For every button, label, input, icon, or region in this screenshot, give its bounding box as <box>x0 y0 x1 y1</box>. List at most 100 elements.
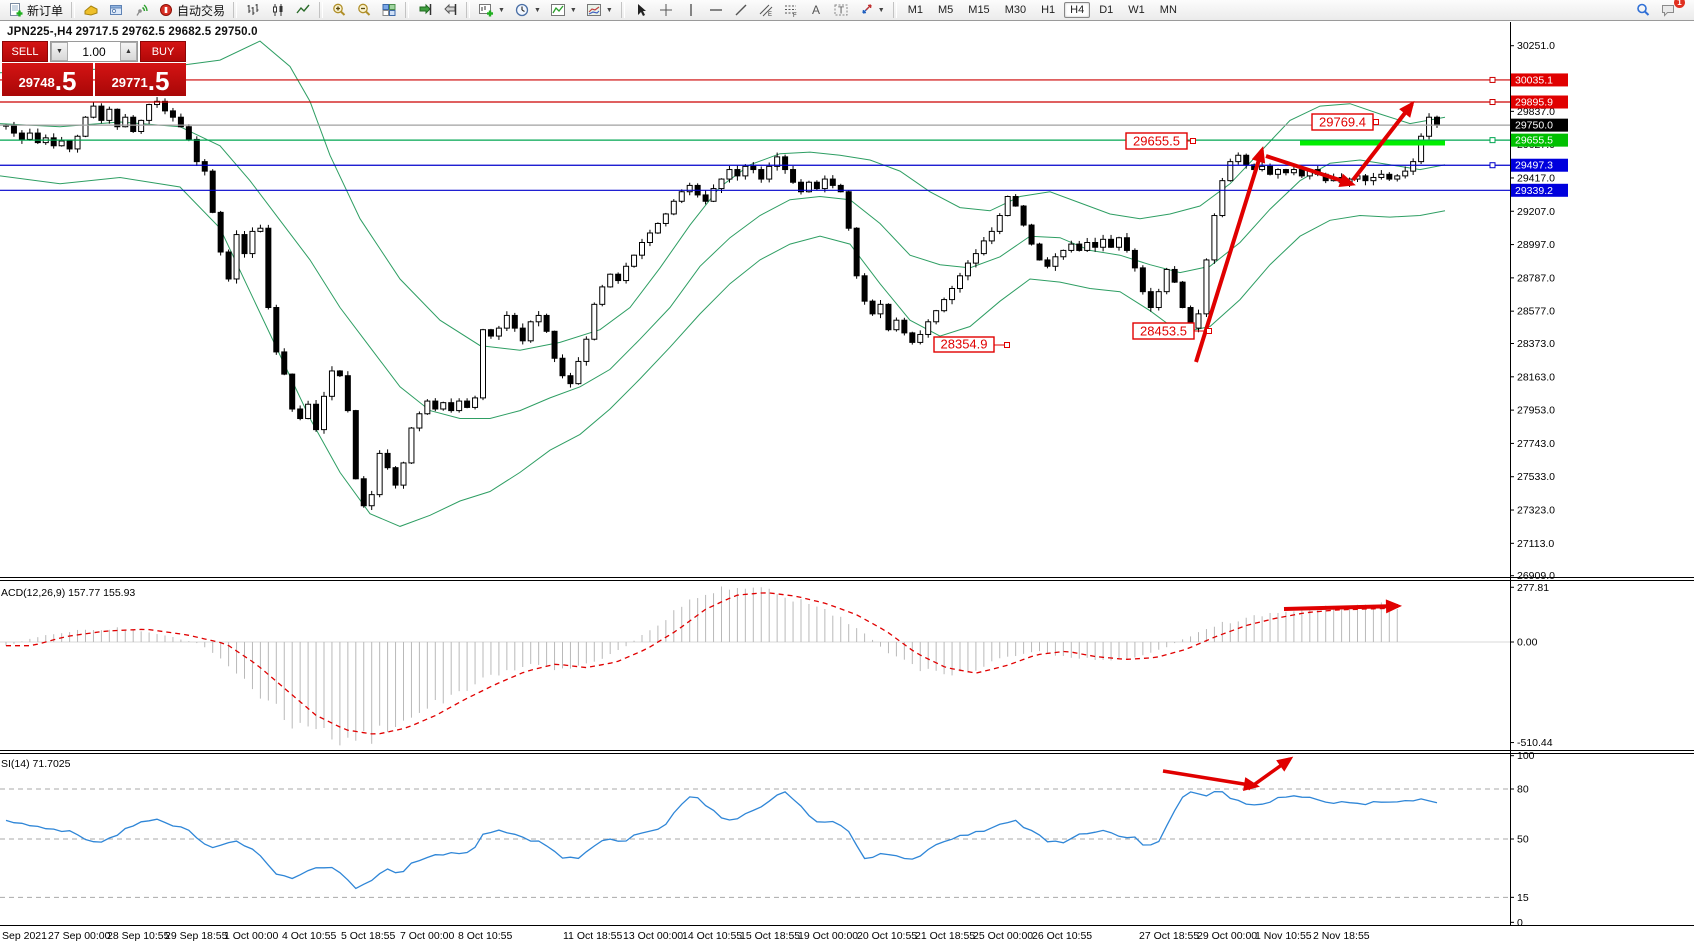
time-axis-label: 29 Sep 18:55 <box>165 930 228 942</box>
candle-body <box>481 330 486 398</box>
buy-price[interactable]: 29771 .5 <box>95 63 186 96</box>
candle-body <box>878 304 883 314</box>
zoom-out-button[interactable] <box>352 0 376 20</box>
candle-body <box>989 231 994 241</box>
timeframe-button-M5[interactable]: M5 <box>932 2 959 18</box>
timeframe-button-H1[interactable]: H1 <box>1035 2 1061 18</box>
macd-axis-label: 0.00 <box>1517 637 1538 649</box>
buy-button[interactable]: BUY <box>140 41 186 62</box>
candle-body <box>1427 117 1432 136</box>
bar-chart-button[interactable] <box>241 0 265 20</box>
auto-scroll-button[interactable] <box>413 0 437 20</box>
candle-body <box>767 166 772 179</box>
notifications-button[interactable]: 1 <box>1656 0 1680 20</box>
price-label-annotation[interactable]: 29655.5 <box>1126 133 1196 149</box>
indicators-button[interactable]: ▼ <box>546 0 581 20</box>
candle-body <box>1403 171 1408 176</box>
candle-body <box>385 453 390 467</box>
time-axis-label: 25 Oct 00:00 <box>973 930 1033 942</box>
trendline-tool-button[interactable] <box>729 0 753 20</box>
new-order-label: 新订单 <box>27 2 63 19</box>
toolbar-separator <box>71 2 75 18</box>
price-badge-label: 29655.5 <box>1515 135 1553 147</box>
candle-body <box>329 371 334 396</box>
time-axis-label: Sep 2021 <box>2 930 47 942</box>
autotrade-icon <box>158 2 174 18</box>
search-button[interactable] <box>1631 0 1655 20</box>
chart-shift-button[interactable] <box>438 0 462 20</box>
timeframe-button-M1[interactable]: M1 <box>902 2 929 18</box>
volume-input[interactable]: 1.00 <box>68 42 120 61</box>
candle-body <box>298 409 303 419</box>
arrows-tool-button[interactable]: ▼ <box>854 0 889 20</box>
candle-body <box>719 179 724 189</box>
new-order-button[interactable]: 新订单 <box>4 0 67 20</box>
toolbar-separator <box>893 2 897 18</box>
text-tool-button[interactable]: A <box>804 0 828 20</box>
signals-button[interactable] <box>129 0 153 20</box>
price-label-annotation[interactable]: 29769.4 <box>1312 114 1379 130</box>
volume-increase-button[interactable]: ▲ <box>120 42 137 61</box>
time-axis-label: 20 Oct 10:55 <box>857 930 917 942</box>
candle-body <box>1132 250 1137 267</box>
timeframe-button-M15[interactable]: M15 <box>962 2 995 18</box>
cursor-tool-button[interactable] <box>629 0 653 20</box>
candle-body <box>703 195 708 201</box>
sell-price-main: 29748 <box>19 72 55 94</box>
candle-body <box>743 166 748 176</box>
crosshair-tool-button[interactable] <box>654 0 678 20</box>
candle-body <box>600 287 605 304</box>
tile-windows-button[interactable] <box>377 0 401 20</box>
new-chart-icon <box>478 2 494 18</box>
vertical-line-icon <box>683 2 699 18</box>
autotrade-button[interactable]: 自动交易 <box>154 0 229 20</box>
sell-button[interactable]: SELL <box>2 41 48 62</box>
candle-body <box>655 223 660 233</box>
market-watch-button[interactable] <box>79 0 103 20</box>
fibonacci-tool-button[interactable]: F <box>779 0 803 20</box>
price-line-handle[interactable] <box>1490 77 1495 82</box>
timeframe-button-H4[interactable]: H4 <box>1064 2 1090 18</box>
timeframe-button-MN[interactable]: MN <box>1154 2 1183 18</box>
price-line-handle[interactable] <box>1490 100 1495 105</box>
volume-decrease-button[interactable]: ▼ <box>51 42 68 61</box>
tile-windows-icon <box>381 2 397 18</box>
template-button[interactable]: ▼ <box>582 0 617 20</box>
label-tool-button[interactable]: T <box>829 0 853 20</box>
period-dropdown-button[interactable]: ▼ <box>510 0 545 20</box>
vertical-line-tool-button[interactable] <box>679 0 703 20</box>
price-line-handle[interactable] <box>1490 138 1495 143</box>
macd-label: ACD(12,26,9) 157.77 155.93 <box>1 587 135 599</box>
candle-body <box>671 201 676 214</box>
candle-body <box>576 361 581 383</box>
label-text: 28354.9 <box>941 337 988 352</box>
chevron-down-icon: ▼ <box>570 7 577 14</box>
candle-body <box>520 328 525 341</box>
chart-canvas[interactable]: 29655.529769.428453.528354.9ACD(12,26,9)… <box>0 0 1694 943</box>
label-anchor-handle <box>1005 343 1010 348</box>
new-chart-button[interactable]: ▼ <box>474 0 509 20</box>
candle-body <box>441 403 446 409</box>
timeframe-button-D1[interactable]: D1 <box>1093 2 1119 18</box>
search-icon <box>1635 2 1651 18</box>
timeframe-button-W1[interactable]: W1 <box>1122 2 1151 18</box>
navigator-button[interactable] <box>104 0 128 20</box>
sell-price[interactable]: 29748 .5 <box>2 63 93 96</box>
price-line-handle[interactable] <box>1490 163 1495 168</box>
price-axis-label: 29207.0 <box>1517 206 1555 218</box>
price-axis-label: 27323.0 <box>1517 505 1555 517</box>
candlestick-chart-button[interactable] <box>266 0 290 20</box>
candle-body <box>918 334 923 342</box>
price-axis-label: 29417.0 <box>1517 172 1555 184</box>
svg-text:E: E <box>768 12 772 18</box>
time-axis-label: 14 Oct 10:55 <box>682 930 742 942</box>
channel-tool-button[interactable]: E <box>754 0 778 20</box>
line-chart-button[interactable] <box>291 0 315 20</box>
time-axis: Sep 202127 Sep 00:0028 Sep 10:5529 Sep 1… <box>2 930 1370 942</box>
timeframe-button-M30[interactable]: M30 <box>999 2 1032 18</box>
candle-body <box>1053 257 1058 267</box>
candle-body <box>1085 242 1090 250</box>
support-zone-bar[interactable] <box>1300 141 1445 146</box>
horizontal-line-tool-button[interactable] <box>704 0 728 20</box>
zoom-in-button[interactable] <box>327 0 351 20</box>
